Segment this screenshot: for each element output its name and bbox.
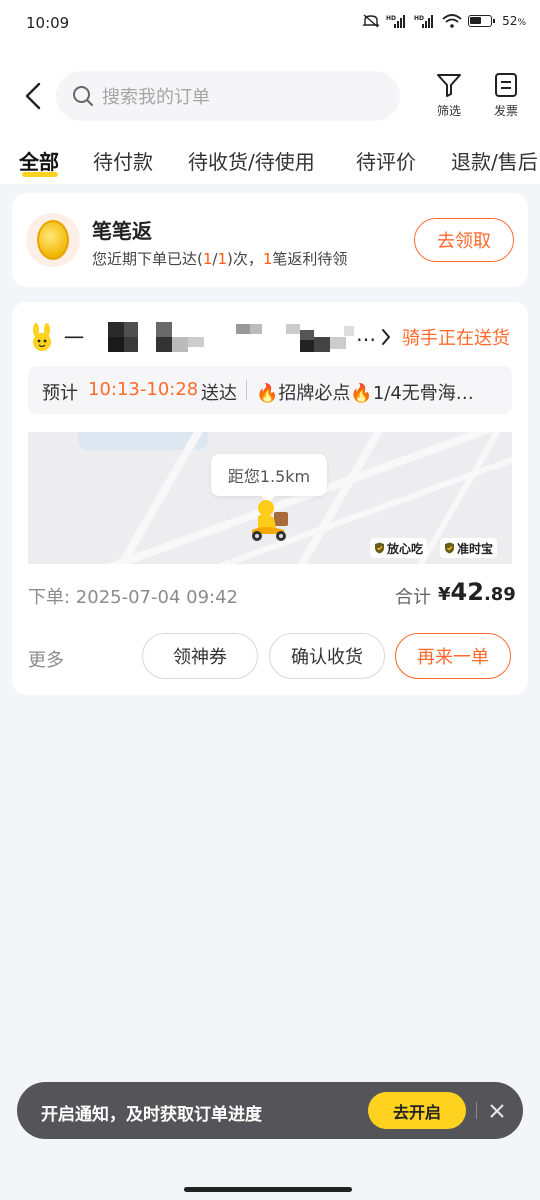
invoice-icon — [495, 73, 517, 97]
tab-pending-review[interactable]: 待评价 — [356, 146, 416, 175]
status-icons: HD HD 52% — [362, 14, 526, 28]
badge-ontime: 准时宝 — [440, 538, 498, 558]
chevron-right-icon — [382, 329, 390, 345]
cashback-card: 笔笔返 您近期下单已达(1/1)次，1笔返利待领 去领取 — [12, 193, 528, 287]
shop-row[interactable]: 一 … 骑手正在送货 — [30, 320, 510, 354]
shop-name-prefix: 一 — [64, 326, 84, 350]
search-icon — [73, 86, 93, 106]
home-indicator[interactable] — [184, 1187, 352, 1192]
order-items: 🔥招牌必点🔥1/4无骨海… — [256, 383, 474, 404]
svg-text:HD: HD — [386, 15, 396, 22]
divider — [476, 1102, 477, 1119]
notification-text: 开启通知，及时获取订单进度 — [41, 1105, 262, 1125]
order-tabs: 全部 待付款 待收货/待使用 待评价 退款/售后 — [0, 140, 540, 184]
cashback-title: 笔笔返 — [92, 219, 152, 243]
delivery-map[interactable]: 距您1.5km 放心吃 准时宝 — [28, 432, 512, 564]
enable-notification-button[interactable]: 去开启 — [368, 1092, 466, 1129]
coin-icon — [26, 213, 80, 267]
order-status: 骑手正在送货 — [402, 328, 510, 349]
status-bar: 10:09 HD HD 52% — [0, 0, 540, 50]
more-button[interactable]: 更多 — [28, 646, 64, 672]
total-amount: ¥42.89 — [438, 578, 516, 606]
filter-icon — [437, 74, 461, 97]
map-road — [98, 432, 206, 564]
close-button[interactable] — [482, 1096, 512, 1126]
invoice-label: 发票 — [493, 104, 518, 118]
shield-icon — [375, 542, 384, 554]
tab-pending-receipt[interactable]: 待收货/待使用 — [188, 146, 315, 175]
back-button[interactable] — [18, 78, 48, 114]
search-input[interactable]: 搜索我的订单 — [56, 71, 400, 121]
tab-pending-payment[interactable]: 待付款 — [93, 146, 153, 175]
shield-icon — [445, 542, 454, 554]
eta-time: 10:13-10:28 — [88, 379, 199, 400]
tab-refund[interactable]: 退款/售后 — [451, 146, 538, 175]
shop-name-suffix: … — [356, 322, 376, 346]
coupon-button[interactable]: 领神券 — [142, 633, 258, 679]
invoice-button[interactable]: 发票 — [484, 72, 528, 119]
mute-icon — [362, 14, 380, 28]
header: 搜索我的订单 筛选 发票 — [0, 50, 540, 140]
badge-safe: 放心吃 — [370, 538, 428, 558]
cashback-desc: 您近期下单已达(1/1)次，1笔返利待领 — [92, 250, 348, 268]
status-time: 10:09 — [26, 14, 70, 32]
eta-prefix: 预计 — [42, 383, 78, 404]
search-placeholder: 搜索我的订单 — [102, 87, 210, 108]
filter-label: 筛选 — [436, 104, 461, 118]
shop-logo-icon — [33, 323, 51, 351]
notification-banner: 开启通知，及时获取订单进度 去开启 — [17, 1082, 523, 1139]
rider-icon — [252, 500, 288, 541]
battery-level: 52% — [502, 14, 526, 28]
confirm-receipt-button[interactable]: 确认收货 — [269, 633, 385, 679]
divider — [246, 380, 247, 400]
total-label: 合计 — [395, 587, 431, 608]
chevron-left-icon — [25, 82, 41, 110]
reorder-button[interactable]: 再来一单 — [395, 633, 511, 679]
filter-button[interactable]: 筛选 — [427, 72, 471, 119]
wifi-icon — [442, 14, 462, 28]
signal-icon: HD — [386, 15, 406, 28]
order-time: 下单: 2025-07-04 09:42 — [28, 587, 238, 608]
eta-bar: 预计 10:13-10:28 送达 🔥招牌必点🔥1/4无骨海… — [28, 366, 512, 414]
signal-icon-2: HD — [414, 15, 434, 28]
claim-button[interactable]: 去领取 — [414, 218, 514, 262]
distance-bubble: 距您1.5km — [211, 454, 327, 503]
order-card[interactable]: 一 … 骑手正在送货 预计 10:13-10:28 送达 🔥招牌必点🔥1/4无骨… — [12, 302, 528, 695]
tab-all[interactable]: 全部 — [19, 146, 59, 175]
svg-text:HD: HD — [414, 15, 424, 22]
eta-suffix: 送达 — [201, 383, 237, 404]
close-icon — [490, 1104, 504, 1118]
shop-name-mosaic — [108, 320, 378, 354]
tab-active-indicator — [22, 172, 58, 177]
battery-icon — [468, 15, 496, 27]
